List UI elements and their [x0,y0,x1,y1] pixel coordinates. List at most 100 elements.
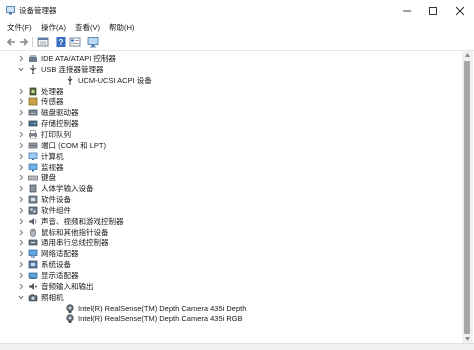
usb-device-icon [67,75,73,85]
chevron-right-icon[interactable] [17,259,25,270]
tree-item[interactable]: Intel(R) RealSense(TM) Depth Camera 435i… [1,303,461,314]
software-device-icon [28,195,38,204]
forward-arrow-icon[interactable] [18,36,30,48]
tree-item-label: 照相机 [41,292,64,302]
tree-item-label: 音频输入和输出 [41,281,94,291]
tree-item-label: 传感器 [41,97,64,107]
chevron-right-icon[interactable] [17,237,25,248]
chevron-right-icon[interactable] [17,129,25,140]
sound-icon [29,217,37,225]
chevron-right-icon[interactable] [17,216,25,227]
sensor-icon [28,98,38,106]
tree-item[interactable]: 照相机 [1,292,461,303]
chevron-right-icon[interactable] [17,194,25,205]
svg-text:?: ? [59,38,64,47]
tree-item[interactable]: 人体学输入设备 [1,183,461,194]
tree-item[interactable]: 显示适配器 [1,270,461,281]
tree-item[interactable]: IDE ATA/ATAPI 控制器 [1,53,461,64]
chevron-down-icon[interactable] [17,64,25,75]
chevron-right-icon[interactable] [17,151,25,162]
chevron-right-icon[interactable] [17,107,25,118]
webcam-icon [66,314,74,324]
tree-item[interactable]: USB 连接器管理器 [1,64,461,75]
chevron-right-icon[interactable] [17,270,25,281]
close-icon [455,6,465,16]
tree-item[interactable]: 监视器 [1,162,461,173]
vertical-scrollbar[interactable] [462,51,473,344]
view-list-icon[interactable] [69,36,81,48]
tree-item[interactable]: 磁盘驱动器 [1,107,461,118]
help-icon[interactable]: ? [55,36,67,48]
audio-io-icon [29,282,37,290]
scroll-down-icon[interactable] [465,337,470,341]
minimize-button[interactable] [394,0,420,22]
menu-file[interactable]: 文件(F) [5,22,34,33]
network-adapter-icon [28,249,38,258]
menu-action[interactable]: 操作(A) [39,22,68,33]
menu-bar: 文件(F) 操作(A) 查看(V) 帮助(H) [0,21,474,34]
minimize-icon [403,10,411,12]
tree-item[interactable]: 打印队列 [1,129,461,140]
tree-item-label: 系统设备 [41,260,71,270]
tree-item-label: 存储控制器 [41,119,79,129]
chevron-right-icon[interactable] [17,205,25,216]
tree-item-label: 软件设备 [41,195,71,204]
chevron-right-icon[interactable] [17,53,25,64]
tree-item-label: 显示适配器 [41,271,79,280]
window-title: 设备管理器 [19,6,57,15]
tree-item[interactable]: 声音、视频和游戏控制器 [1,216,461,227]
chevron-right-icon[interactable] [17,248,25,259]
tree-item[interactable]: 通用串行总线控制器 [1,237,461,248]
tree-item[interactable]: Intel(R) RealSense(TM) Depth Camera 435i… [1,313,461,324]
camera-icon [28,293,38,301]
menu-view[interactable]: 查看(V) [73,22,102,33]
tree-item[interactable]: 音频输入和输出 [1,281,461,292]
tree-item[interactable]: 处理器 [1,86,461,97]
tree-item-label: Intel(R) RealSense(TM) Depth Camera 435i… [78,314,243,324]
tree-item[interactable]: 键盘 [1,172,461,183]
hid-icon [29,184,37,193]
back-arrow-icon[interactable] [5,36,17,48]
tree-item[interactable]: 计算机 [1,151,461,162]
tree-item-label: 软件组件 [41,205,71,215]
system-device-icon [28,260,38,269]
chevron-right-icon[interactable] [17,86,25,97]
tree-item[interactable]: 鼠标和其他指针设备 [1,227,461,238]
chevron-right-icon[interactable] [17,227,25,238]
tree-item-label: 键盘 [41,173,56,183]
storage-controller-icon [28,120,38,127]
tree-item-label: 网络适配器 [41,249,79,259]
tree-item[interactable]: UCM-UCSI ACPI 设备 [1,75,461,86]
tree-item[interactable]: 端口 (COM 和 LPT) [1,140,461,151]
chevron-right-icon[interactable] [17,281,25,292]
chevron-right-icon[interactable] [17,162,25,173]
scrollbar-thumb[interactable] [464,61,470,334]
computer-icon [28,152,38,160]
chevron-right-icon[interactable] [17,183,25,194]
scroll-up-icon[interactable] [465,53,470,57]
tree-item[interactable]: 软件设备 [1,194,461,205]
maximize-button[interactable] [420,0,446,22]
tree-item[interactable]: 软件组件 [1,205,461,216]
menu-help[interactable]: 帮助(H) [107,22,136,33]
properties-view-icon[interactable] [37,36,49,48]
chevron-right-icon[interactable] [17,96,25,107]
chevron-down-icon[interactable] [17,292,25,303]
monitor-icon[interactable] [87,36,99,48]
display-adapter-icon [28,272,38,279]
tree-item-label: UCM-UCSI ACPI 设备 [78,75,152,85]
tree-item[interactable]: 存储控制器 [1,118,461,129]
chevron-right-icon[interactable] [17,140,25,151]
mouse-icon [30,228,36,237]
tree-item-label: 声音、视频和游戏控制器 [41,216,124,226]
tree-item-label: 磁盘驱动器 [41,108,79,118]
processor-icon [29,87,37,95]
chevron-right-icon[interactable] [17,172,25,183]
tree-item[interactable]: 网络适配器 [1,248,461,259]
chevron-right-icon[interactable] [17,118,25,129]
close-button[interactable] [446,0,474,22]
tree-item[interactable]: 传感器 [1,96,461,107]
software-component-icon [28,206,38,215]
tree-item[interactable]: 系统设备 [1,259,461,270]
tree-item-label: 计算机 [41,151,64,161]
